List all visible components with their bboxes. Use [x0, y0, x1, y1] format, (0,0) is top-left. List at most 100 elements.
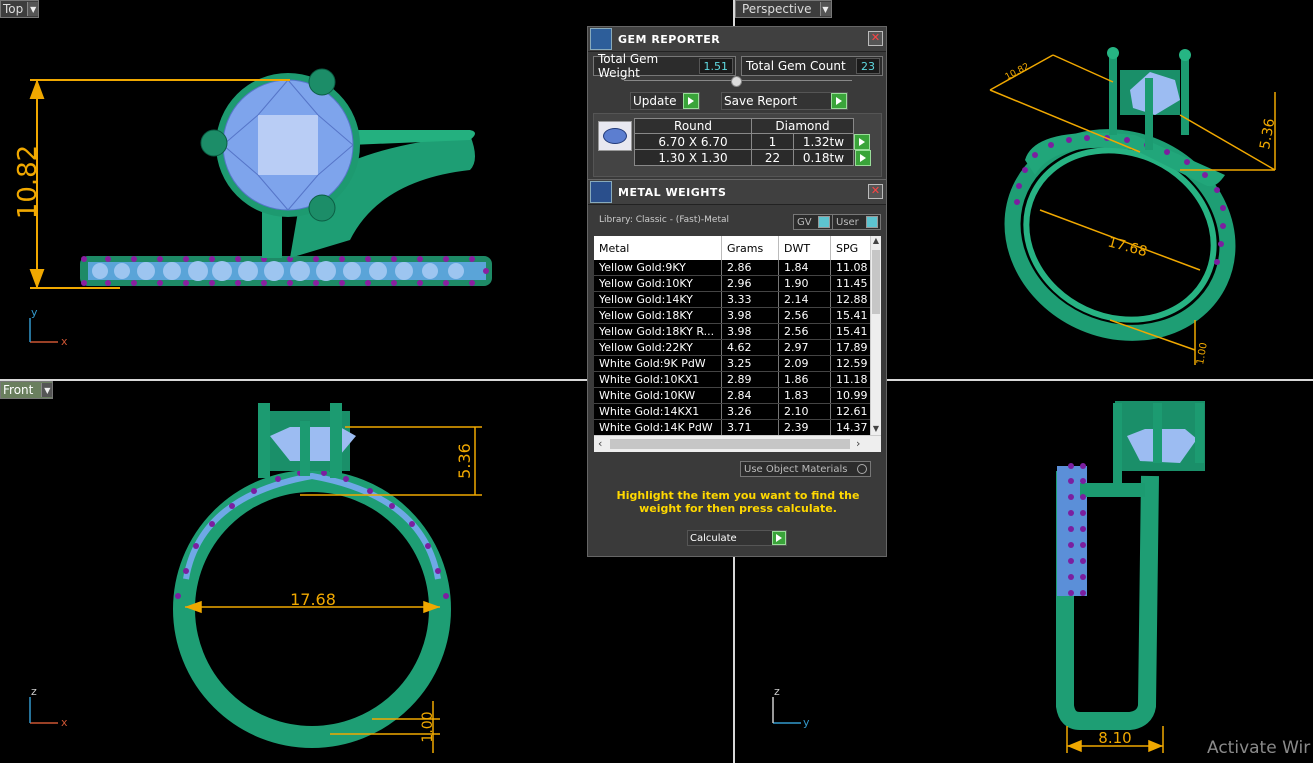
grams-cell: 2.89: [722, 372, 779, 387]
gv-toggle[interactable]: GV: [793, 214, 833, 230]
right-width-label: 8.10: [1098, 729, 1131, 747]
metal-name-cell: Yellow Gold:22KY: [594, 340, 722, 355]
dwt-cell: 2.97: [779, 340, 831, 355]
table-row[interactable]: Yellow Gold:14KY 3.33 2.14 12.88: [594, 292, 881, 308]
table-row[interactable]: White Gold:14K PdW 3.71 2.39 14.37: [594, 420, 881, 436]
metal-weights-table: Metal Grams DWT SPG Yellow Gold:9KY 2.86 1…: [594, 236, 881, 452]
play-icon: [831, 93, 847, 109]
dwt-column-header[interactable]: DWT: [779, 236, 831, 260]
grams-cell: 3.71: [722, 420, 779, 435]
close-icon[interactable]: ✕: [868, 31, 883, 46]
viewport-label-front[interactable]: Front ▼: [0, 381, 54, 399]
scroll-left-icon[interactable]: ‹: [598, 437, 602, 450]
chevron-down-icon[interactable]: ▼: [27, 2, 39, 16]
use-object-materials-toggle[interactable]: Use Object Materials: [740, 461, 871, 477]
dwt-cell: 2.39: [779, 420, 831, 435]
spg-cell: 10.99: [831, 388, 871, 403]
scrollbar-thumb[interactable]: [610, 439, 850, 449]
gem-row[interactable]: 1.30 X 1.30 22 0.18tw: [634, 149, 871, 166]
total-gem-count-label: Total Gem Count: [746, 59, 846, 73]
play-icon[interactable]: [854, 133, 870, 150]
gem-reporter-panel: GEM REPORTER ✕ Total Gem Weight 1.51 Tot…: [587, 26, 887, 181]
toggle-icon: [857, 464, 867, 474]
library-label: Library: Classic - (Fast)-Metal: [599, 215, 730, 225]
perspective-diag-label: 10.82: [1004, 62, 1031, 83]
viewport-title: Perspective: [742, 2, 812, 16]
dwt-cell: 2.10: [779, 404, 831, 419]
gem-count: 1: [751, 133, 794, 150]
table-row[interactable]: White Gold:10KX1 2.89 1.86 11.18: [594, 372, 881, 388]
shape-header: Round: [634, 118, 752, 134]
horizontal-scrollbar[interactable]: ‹ ›: [594, 435, 881, 452]
play-icon: [772, 531, 786, 545]
scroll-up-icon[interactable]: ▲: [871, 236, 881, 248]
metal-name-cell: Yellow Gold:9KY: [594, 260, 722, 275]
scrollbar-thumb[interactable]: [872, 250, 880, 314]
topax_a-label: y: [31, 306, 38, 319]
round-gem-icon: [598, 121, 632, 151]
frontax_a-label: z: [31, 685, 37, 698]
scroll-right-icon[interactable]: ›: [856, 437, 860, 450]
viewport-label-perspective[interactable]: Perspective ▼: [735, 0, 832, 18]
close-icon[interactable]: ✕: [868, 184, 883, 199]
update-button[interactable]: Update: [630, 92, 700, 110]
metal-name-cell: Yellow Gold:10KY: [594, 276, 722, 291]
gem-row[interactable]: 6.70 X 6.70 1 1.32tw: [634, 133, 871, 150]
material-header: Diamond: [751, 118, 854, 134]
table-row[interactable]: White Gold:14KX1 3.26 2.10 12.61: [594, 404, 881, 420]
rightax_a-label: z: [774, 685, 780, 698]
grams-cell: 2.86: [722, 260, 779, 275]
frontax_b-label: x: [61, 716, 68, 729]
table-row[interactable]: Yellow Gold:9KY 2.86 1.84 11.08: [594, 260, 881, 276]
metal-name-cell: White Gold:10KX1: [594, 372, 722, 387]
total-gem-count-field: Total Gem Count 23: [741, 56, 883, 76]
gem-reporter-titlebar[interactable]: GEM REPORTER ✕: [588, 27, 886, 52]
table-row[interactable]: White Gold:9K PdW 3.25 2.09 12.59: [594, 356, 881, 372]
gem-size: 1.30 X 1.30: [634, 149, 752, 166]
perspective-small-label: 1.00: [1195, 342, 1210, 366]
flask-icon: [590, 181, 612, 203]
calculate-button[interactable]: Calculate: [687, 530, 787, 546]
update-label: Update: [633, 94, 677, 108]
viewport-title: Front: [3, 383, 34, 397]
dwt-cell: 1.83: [779, 388, 831, 403]
total-gem-weight-value: 1.51: [698, 58, 733, 74]
grams-cell: 3.98: [722, 324, 779, 339]
vertical-scrollbar[interactable]: ▲ ▼: [870, 236, 881, 436]
metal-weights-panel: METAL WEIGHTS ✕ Library: Classic - (Fast…: [587, 179, 887, 557]
chevron-down-icon[interactable]: ▼: [41, 383, 53, 397]
metal-name-cell: White Gold:9K PdW: [594, 356, 722, 371]
spg-cell: 12.59: [831, 356, 871, 371]
perspective-width-label: 17.68: [1106, 234, 1149, 260]
metal-weights-titlebar[interactable]: METAL WEIGHTS ✕: [588, 180, 886, 205]
table-row[interactable]: Yellow Gold:22KY 4.62 2.97 17.89: [594, 340, 881, 356]
table-row[interactable]: Yellow Gold:18KY 3.98 2.56 15.41: [594, 308, 881, 324]
spg-cell: 15.41: [831, 324, 871, 339]
table-row[interactable]: Yellow Gold:18KY R... 3.98 2.56 15.41: [594, 324, 881, 340]
metal-rows: Yellow Gold:9KY 2.86 1.84 11.08 Yellow Gold:…: [594, 260, 881, 436]
toggle-icon: [818, 216, 830, 228]
dwt-cell: 1.90: [779, 276, 831, 291]
metal-weights-title: METAL WEIGHTS: [618, 185, 727, 199]
top-dimension-label: 10.82: [13, 145, 43, 219]
gem-size: 6.70 X 6.70: [634, 133, 752, 150]
save-report-button[interactable]: Save Report: [721, 92, 848, 110]
play-icon[interactable]: [854, 149, 871, 166]
spg-cell: 17.89: [831, 340, 871, 355]
activate-windows-watermark: Activate Wir: [1207, 738, 1311, 758]
spg-column-header[interactable]: SPG: [831, 236, 871, 260]
user-toggle[interactable]: User: [832, 214, 881, 230]
grams-column-header[interactable]: Grams: [722, 236, 779, 260]
gem-reporter-title: GEM REPORTER: [618, 32, 721, 46]
spg-cell: 15.41: [831, 308, 871, 323]
table-row[interactable]: White Gold:10KW 2.84 1.83 10.99: [594, 388, 881, 404]
metal-column-header[interactable]: Metal: [594, 236, 722, 260]
chevron-down-icon[interactable]: ▼: [819, 2, 831, 16]
spg-cell: 12.88: [831, 292, 871, 307]
viewport-label-top[interactable]: Top ▼: [0, 0, 40, 18]
calculate-label: Calculate: [690, 532, 737, 544]
collapse-icon[interactable]: [731, 76, 742, 87]
gem-count: 22: [751, 149, 794, 166]
grams-cell: 3.26: [722, 404, 779, 419]
table-row[interactable]: Yellow Gold:10KY 2.96 1.90 11.45: [594, 276, 881, 292]
